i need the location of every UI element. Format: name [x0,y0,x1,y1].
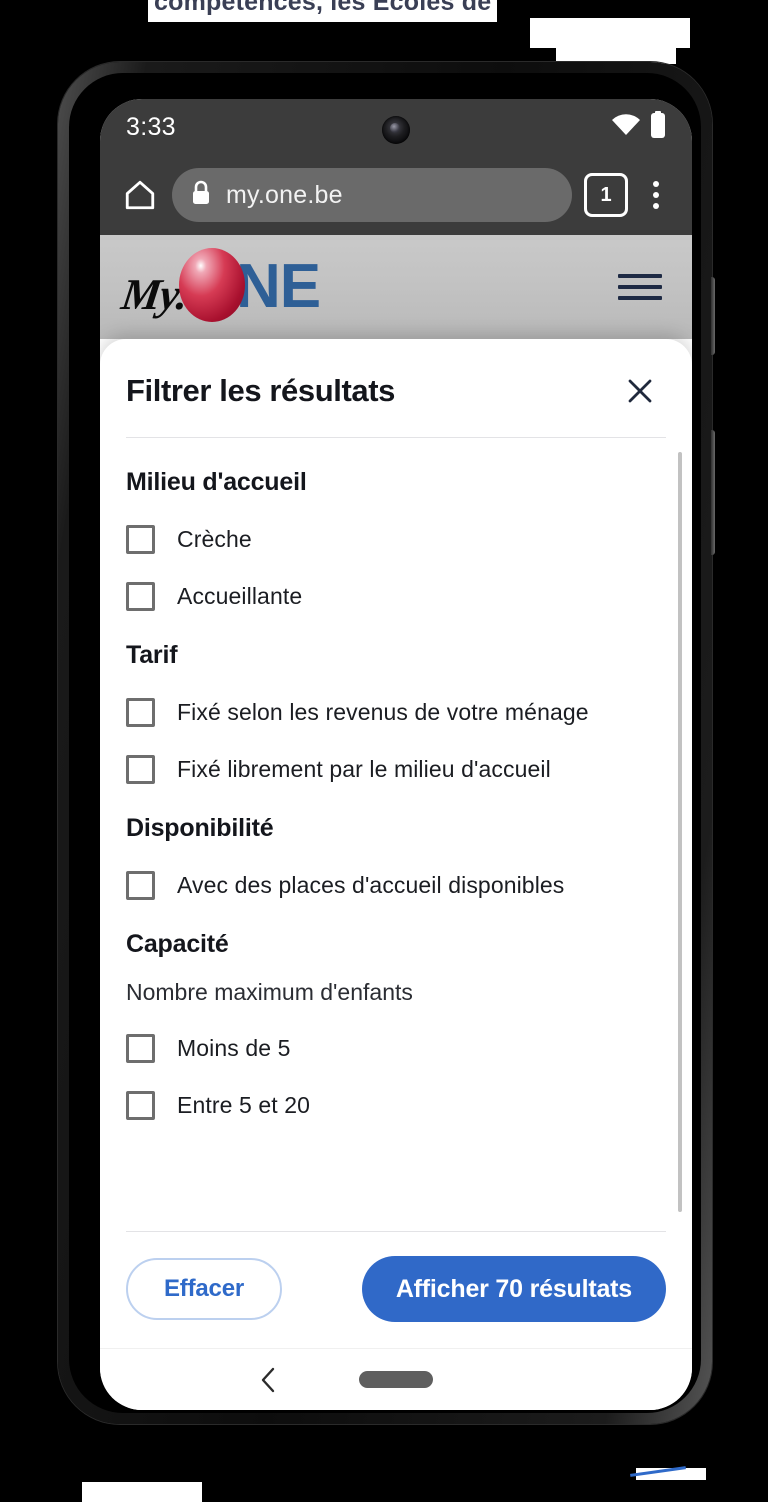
lock-icon [190,180,212,211]
address-bar-url: my.one.be [226,180,343,209]
filter-option-label: Moins de 5 [177,1035,291,1061]
background-accent-line [630,1466,686,1477]
battery-full-icon [650,110,666,144]
phone-side-button-power[interactable] [711,277,715,355]
tab-count-label: 1 [600,183,612,206]
checkbox-icon[interactable] [126,1091,155,1120]
filter-option-row[interactable]: Fixé selon les revenus de votre ménage [126,698,666,727]
clear-filters-button[interactable]: Effacer [126,1258,282,1320]
filter-option-row[interactable]: Accueillante [126,582,666,611]
filter-group-title: Capacité [126,930,229,958]
modal-action-bar: Effacer Afficher 70 résultats [100,1232,692,1348]
apply-filters-button[interactable]: Afficher 70 résultats [361,1256,666,1322]
filter-modal-sheet: Filtrer les résultats Milieu d'accueil Cr… [100,339,692,1348]
chevron-left-icon[interactable] [248,1360,288,1400]
filter-option-row[interactable]: Fixé librement par le milieu d'accueil [126,755,666,784]
filter-option-label: Fixé librement par le milieu d'accueil [177,756,551,782]
checkbox-icon[interactable] [126,525,155,554]
filter-option-row[interactable]: Entre 5 et 20 [126,1091,666,1120]
wifi-icon [611,113,641,141]
background-fragment-bottom-left [82,1482,202,1502]
background-fragment-top-right [530,18,690,48]
phone-bezel: 3:33 my.one.be 1 My. NE Filtrer les résu… [69,73,701,1413]
filter-groups: Milieu d'accueil Crèche Accueillante Tarif F… [126,468,666,1120]
filter-option-label: Accueillante [177,583,303,609]
filter-group-title: Disponibilité [126,814,274,842]
status-bar-clock: 3:33 [126,112,176,141]
checkbox-icon[interactable] [126,582,155,611]
phone-device-frame: 3:33 my.one.be 1 My. NE Filtrer les résu… [58,62,715,1424]
home-icon[interactable] [116,171,164,219]
phone-side-button-volume[interactable] [711,430,715,555]
filter-option-label: Crèche [177,526,252,552]
logo-ne-text: NE [236,252,321,321]
background-clipped-text: compétences, les Écoles de [148,0,498,22]
phone-screen: 3:33 my.one.be 1 My. NE Filtrer les résu… [100,99,692,1410]
filter-option-row[interactable]: Crèche [126,525,666,554]
filter-group-subtitle: Nombre maximum d'enfants [126,979,413,1005]
scrollbar-thumb[interactable] [678,452,682,1212]
page-title: Filtrer les résultats [126,373,395,408]
filter-option-label: Fixé selon les revenus de votre ménage [177,699,589,725]
close-icon[interactable] [618,369,662,413]
filter-groups-scroll-area[interactable]: Milieu d'accueil Crèche Accueillante Tarif F… [100,438,692,1231]
filter-option-row[interactable]: Moins de 5 [126,1034,666,1063]
hamburger-menu-icon[interactable] [618,274,662,300]
status-bar: 3:33 [100,99,692,155]
address-bar[interactable]: my.one.be [172,168,572,222]
tab-switcher-button[interactable]: 1 [584,173,628,217]
modal-header: Filtrer les résultats [100,339,692,413]
browser-toolbar: my.one.be 1 [100,155,692,235]
android-navigation-bar [100,1348,692,1410]
filter-group-title: Tarif [126,641,178,669]
more-vertical-icon[interactable] [636,171,676,219]
checkbox-icon[interactable] [126,871,155,900]
filter-option-row[interactable]: Avec des places d'accueil disponibles [126,871,666,900]
front-camera-punch-hole [382,116,410,144]
site-header: My. NE [100,235,692,339]
home-indicator[interactable] [359,1371,433,1388]
checkbox-icon[interactable] [126,698,155,727]
checkbox-icon[interactable] [126,1034,155,1063]
filter-option-label: Entre 5 et 20 [177,1092,310,1118]
status-bar-icons [611,110,666,144]
filter-group-title: Milieu d'accueil [126,468,307,496]
logo-red-sphere-icon [179,248,246,322]
myone-logo[interactable]: My. NE [119,248,321,322]
screenshot-stage: compétences, les Écoles de 3:33 my.one.b… [0,0,768,1502]
filter-option-label: Avec des places d'accueil disponibles [177,872,565,898]
checkbox-icon[interactable] [126,755,155,784]
